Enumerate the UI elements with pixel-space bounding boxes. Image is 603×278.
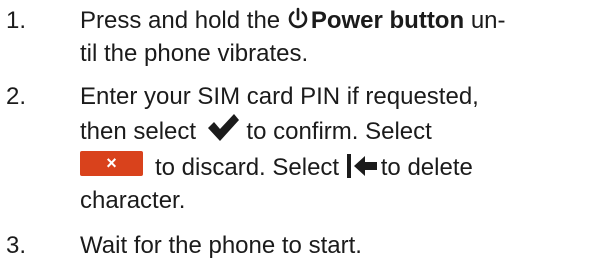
step-1-line-2: til the phone vibrates. — [80, 40, 309, 67]
step-2-discard-text: to discard. Select — [155, 154, 340, 181]
checkmark-icon — [206, 113, 240, 152]
discard-button-icon: × — [80, 151, 143, 176]
step-3-line-1: Wait for the phone to start. — [80, 232, 362, 259]
step-text: Wait for the phone to start. — [80, 229, 595, 262]
step-2-then-select: then select — [80, 118, 197, 145]
step-1-text-start: Press and hold the — [80, 7, 281, 34]
step-2-confirm-text: to confirm. Select — [246, 118, 432, 145]
backspace-icon — [346, 153, 378, 188]
step-number: 1. — [6, 7, 27, 34]
step-number: 2. — [6, 83, 27, 110]
step-text: Enter your SIM card PIN if requested, th… — [80, 80, 595, 217]
close-icon: × — [106, 153, 117, 173]
step-1-text-end: un- — [470, 7, 506, 34]
step-2-line-1: Enter your SIM card PIN if requested, — [80, 83, 479, 110]
step-2-delete-text: to delete — [380, 154, 473, 181]
step-text: Press and hold the Power button un- til … — [80, 4, 595, 70]
step-number: 3. — [6, 232, 27, 259]
power-icon — [287, 7, 309, 40]
power-button-label: Power button — [310, 7, 465, 34]
step-2-line-4: character. — [80, 187, 186, 214]
